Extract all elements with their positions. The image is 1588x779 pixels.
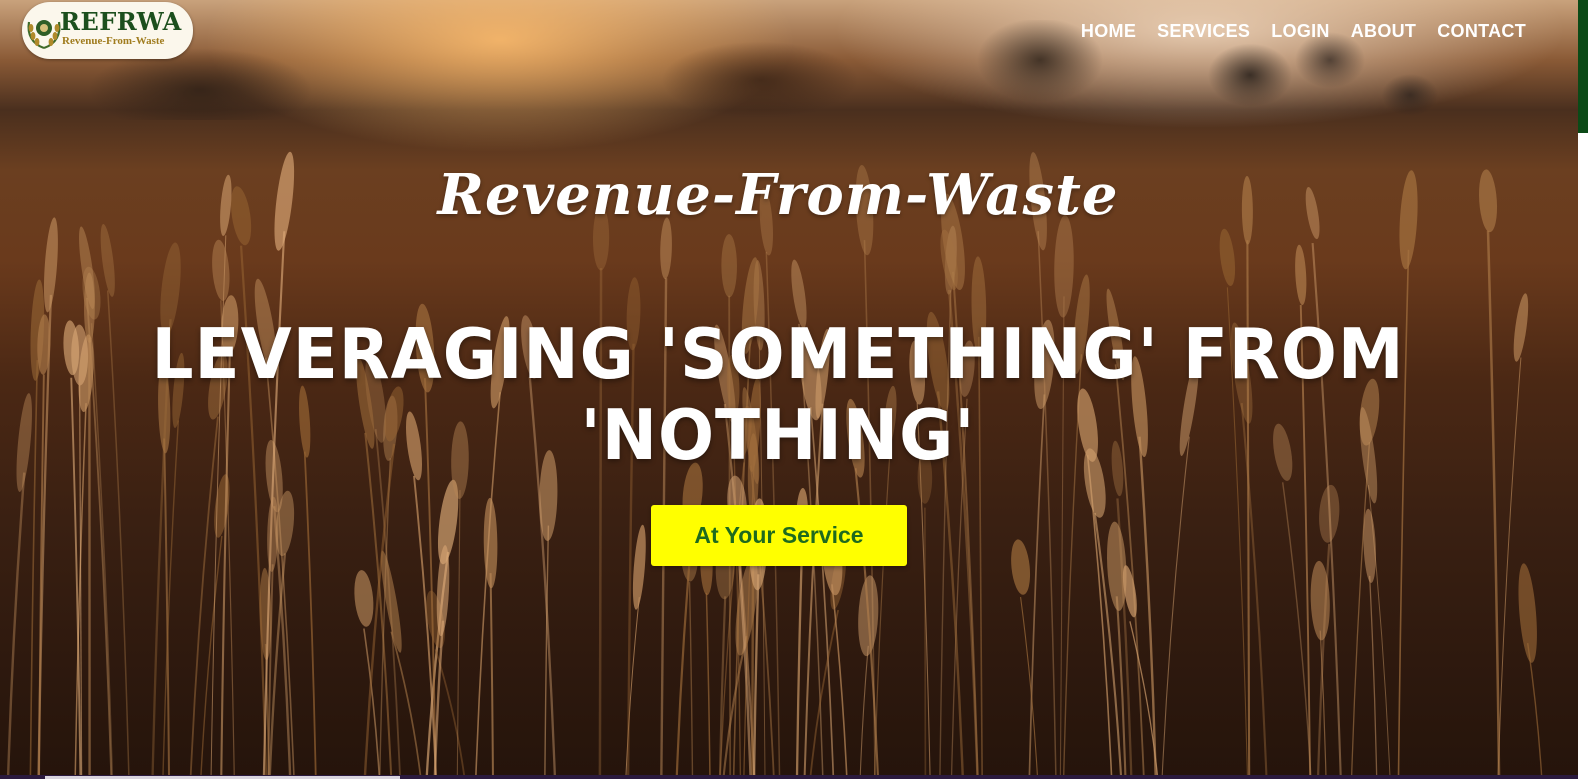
nav-about[interactable]: ABOUT bbox=[1351, 20, 1417, 42]
wheat-stem bbox=[456, 490, 461, 779]
wheat-stem bbox=[859, 645, 869, 779]
wheat-head bbox=[1363, 508, 1376, 583]
wheat-head bbox=[354, 570, 374, 627]
wheat-stem bbox=[1486, 230, 1501, 779]
wheat-stem bbox=[1369, 575, 1378, 779]
wheat-stem bbox=[1527, 643, 1543, 779]
wheat-head bbox=[1054, 215, 1074, 318]
wheat-stem bbox=[1161, 436, 1190, 779]
wheat-stem bbox=[924, 507, 927, 779]
wheat-head bbox=[1518, 563, 1537, 663]
wheat-stem bbox=[809, 609, 840, 779]
main-navigation: HOME SERVICES LOGIN ABOUT CONTACT bbox=[1081, 20, 1526, 42]
logo-tagline: Revenue-From-Waste bbox=[62, 35, 165, 47]
nav-services[interactable]: SERVICES bbox=[1157, 20, 1250, 42]
wheat-stem bbox=[705, 592, 711, 779]
wheat-head bbox=[632, 524, 646, 610]
hero-headline: LEVERAGING 'SOMETHING' FROM 'NOTHING' bbox=[151, 314, 1405, 476]
wheat-head bbox=[214, 474, 230, 538]
wheat-head bbox=[43, 217, 58, 313]
wheat-stem bbox=[6, 472, 26, 779]
scrollbar-track[interactable] bbox=[1578, 133, 1588, 779]
wheat-stem bbox=[303, 451, 317, 779]
nav-contact[interactable]: CONTACT bbox=[1437, 20, 1526, 42]
wheat-wreath-icon bbox=[27, 20, 61, 50]
landing-page: REFRWA Revenue-From-Waste HOME SERVICES … bbox=[0, 0, 1588, 779]
scrollbar-track-top bbox=[1578, 0, 1588, 133]
wheat-head bbox=[100, 223, 115, 297]
at-your-service-button[interactable]: At Your Service bbox=[651, 505, 907, 566]
wheat-stem bbox=[688, 582, 694, 779]
brand-logo[interactable]: REFRWA Revenue-From-Waste bbox=[22, 2, 193, 59]
wheat-stem bbox=[831, 584, 848, 779]
wheat-stem bbox=[1020, 597, 1039, 779]
wheat-stem bbox=[489, 573, 494, 779]
nav-login[interactable]: LOGIN bbox=[1271, 20, 1330, 42]
nav-home[interactable]: HOME bbox=[1081, 20, 1136, 42]
wheat-stem bbox=[795, 548, 804, 779]
wheat-stem bbox=[544, 525, 550, 779]
wheat-head bbox=[1219, 228, 1236, 287]
wheat-head bbox=[1011, 539, 1031, 595]
wheat-head bbox=[1295, 244, 1307, 306]
hero-script-title: Revenue-From-Waste bbox=[437, 162, 1119, 228]
wheat-head bbox=[436, 545, 450, 637]
wheat-stem bbox=[1350, 442, 1371, 779]
wheat-head bbox=[212, 239, 230, 301]
wheat-head bbox=[721, 234, 737, 298]
logo-wordmark: REFRWA bbox=[60, 7, 182, 36]
